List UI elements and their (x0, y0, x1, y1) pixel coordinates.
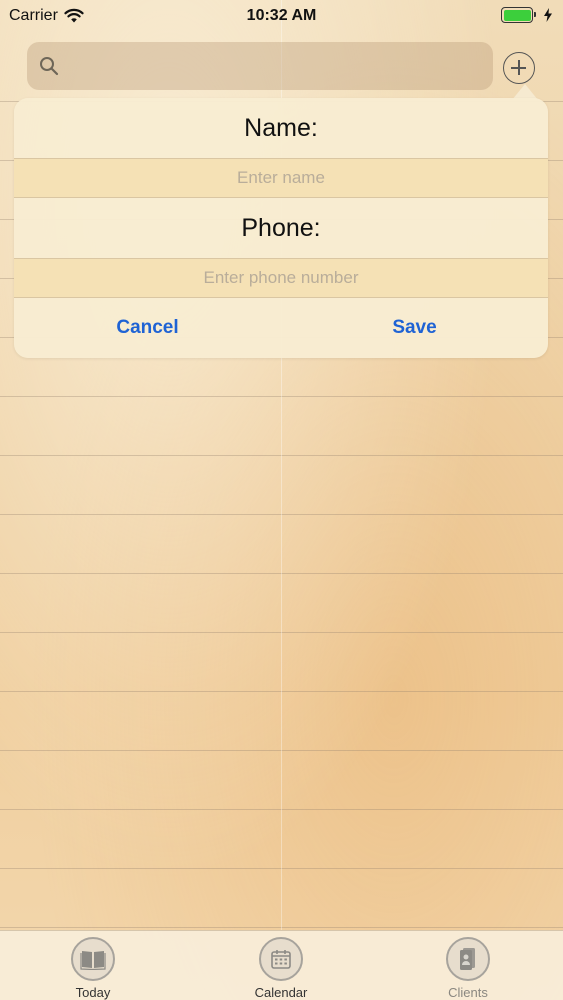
add-client-button[interactable] (503, 52, 535, 84)
tab-clients[interactable]: Clients (413, 931, 523, 1000)
save-button[interactable]: Save (281, 298, 548, 358)
clock: 10:32 AM (246, 7, 317, 24)
tab-icon-ring (446, 937, 490, 981)
cancel-button[interactable]: Cancel (14, 298, 281, 358)
tab-calendar[interactable]: Calendar (226, 931, 336, 1000)
popover-actions: Cancel Save (14, 298, 548, 358)
search-bar[interactable] (27, 42, 493, 90)
calendar-icon (271, 950, 291, 969)
book-icon (80, 951, 106, 970)
tab-clients-label: Clients (448, 985, 488, 1000)
phone-label: Phone: (241, 213, 321, 242)
phone-field[interactable] (14, 258, 548, 298)
name-label: Name: (244, 113, 318, 142)
name-field[interactable] (14, 158, 548, 198)
tab-today-label: Today (75, 985, 111, 1000)
tab-calendar-label: Calendar (254, 985, 308, 1000)
charging-bolt-icon (544, 8, 552, 22)
tab-today[interactable]: Today (38, 931, 148, 1000)
add-client-popover: Name: Phone: Cancel Save (14, 98, 548, 358)
search-icon (40, 57, 59, 76)
tab-icon-ring (259, 937, 303, 981)
status-bar: Carrier 10:32 AM (0, 0, 563, 34)
battery-level (503, 9, 531, 21)
tab-icon-ring (71, 937, 115, 981)
tab-bar: Today Calendar Clients (0, 930, 563, 1000)
battery-group (501, 7, 553, 23)
battery-icon (501, 7, 536, 23)
contacts-icon (460, 948, 475, 970)
